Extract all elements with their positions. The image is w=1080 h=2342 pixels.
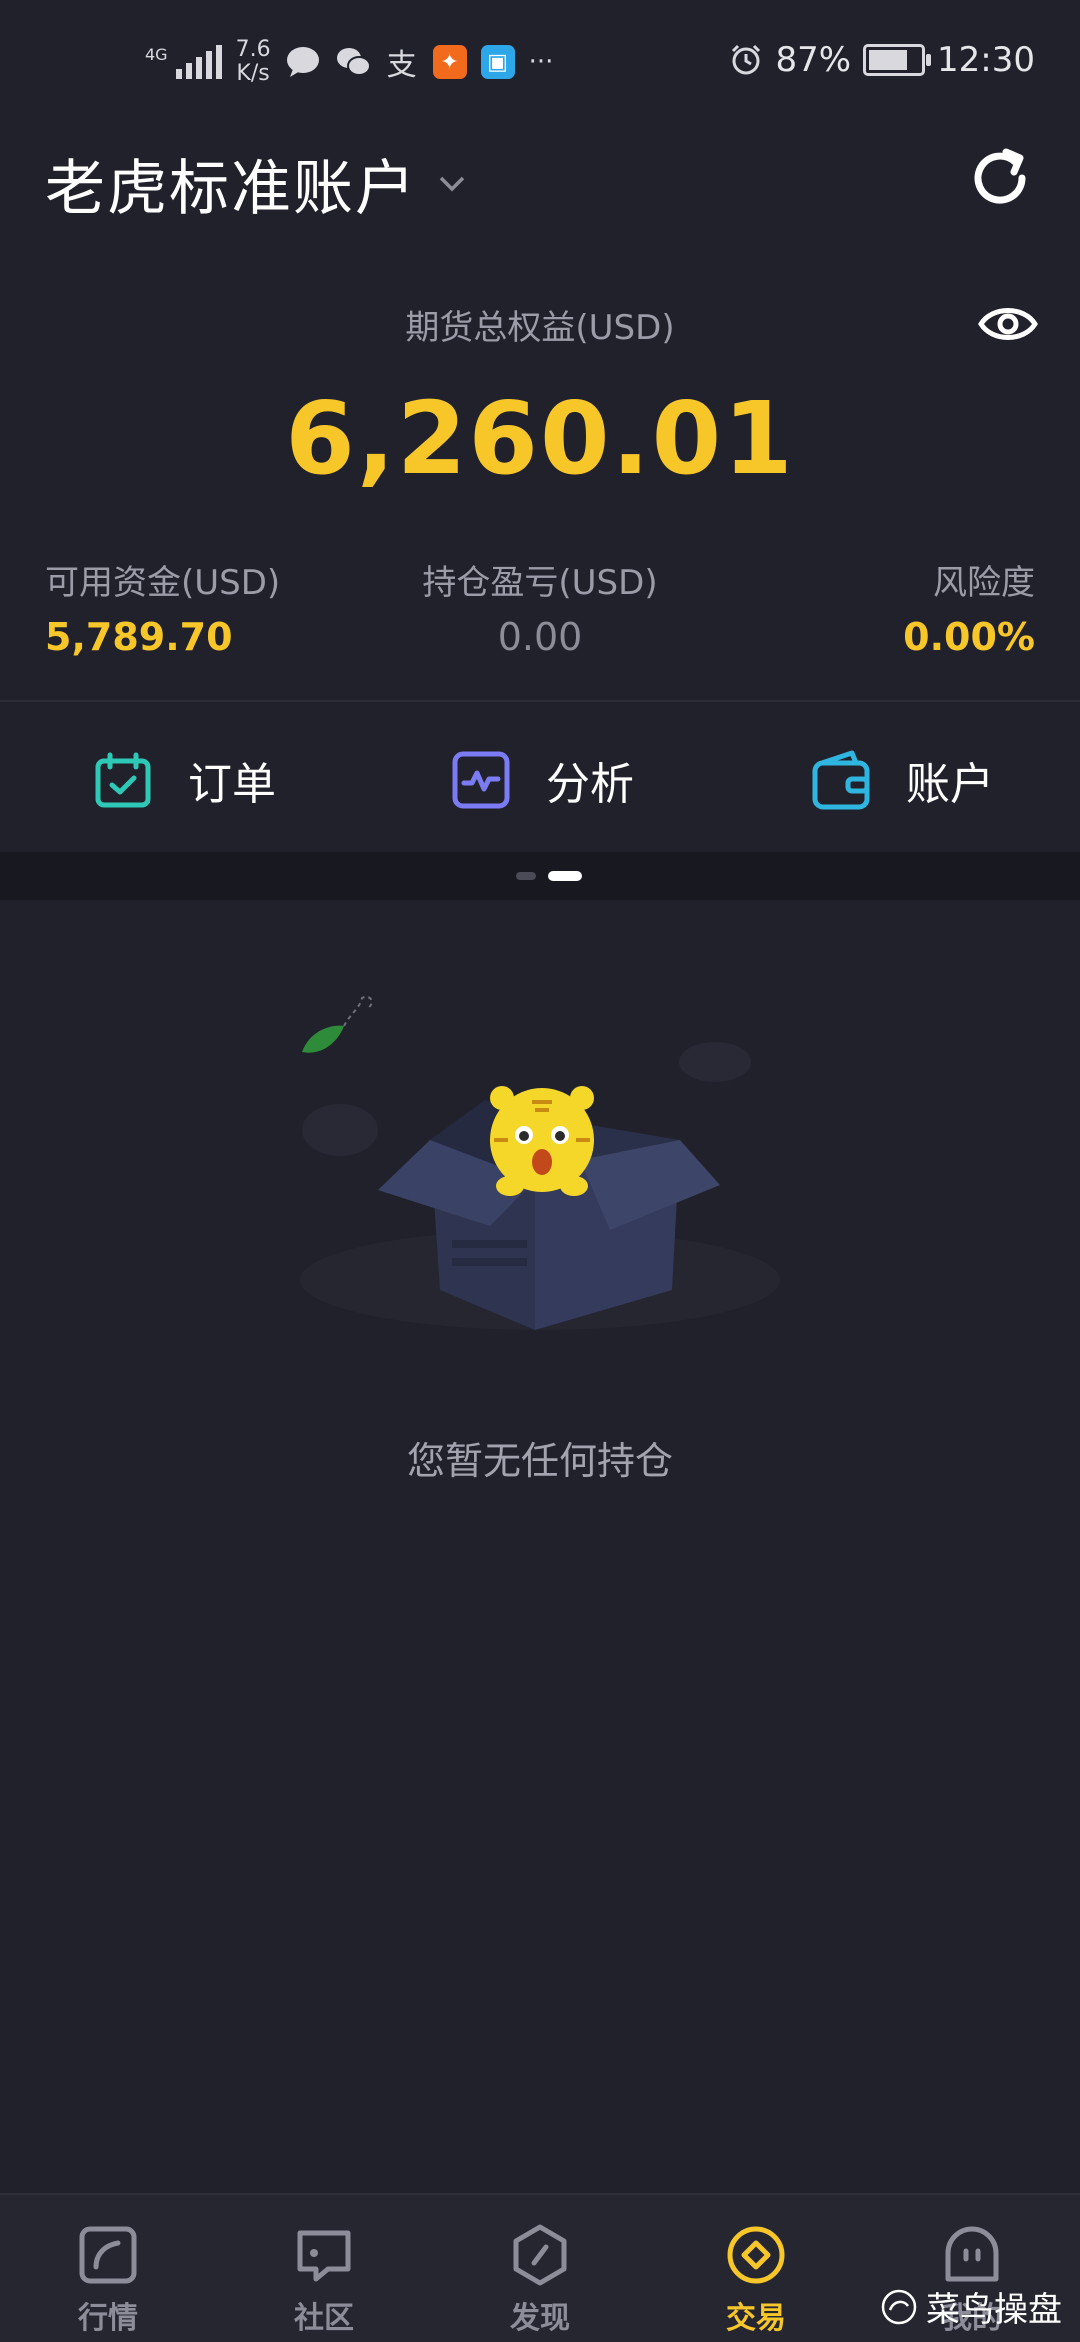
equity-value: 6,260.01 [285,380,795,497]
chat-icon [297,2230,351,2282]
tab-discover[interactable]: 发现 [432,2195,648,2342]
message-icon [286,47,319,77]
chevron-down-icon [439,176,465,191]
tab-market-label: 行情 [78,2301,138,2336]
tab-trade[interactable]: 交易 [648,2195,864,2342]
risk-value: 0.00% [903,615,1035,659]
equity-label: 期货总权益(USD) [405,308,675,348]
pager-band [0,852,1080,900]
refresh-icon[interactable] [960,138,1040,218]
position-pnl-label: 持仓盈亏(USD) [422,563,658,603]
compass-icon [513,2224,567,2286]
analysis-button[interactable]: 分析 [450,740,634,820]
wechat-icon [336,48,371,76]
tab-discover-label: 发现 [510,2301,570,2336]
signal-icon: 4G [145,45,222,79]
analysis-label: 分析 [546,759,634,810]
page-indicator-dot-active[interactable] [548,871,582,881]
tab-community-label: 社区 [294,2301,354,2336]
watermark: 菜鸟操盘 [880,2282,1062,2331]
account-label: 账户 [906,759,994,810]
profile-icon [945,2226,999,2282]
account-button[interactable]: 账户 [810,740,994,820]
empty-state-message: 您暂无任何持仓 [406,1439,673,1483]
alipay-icon: 支 [386,48,417,83]
tab-community[interactable]: 社区 [216,2195,432,2342]
risk-label: 风险度 [933,563,1035,603]
status-right: 87% 12:30 [729,40,1035,80]
wallet-icon [812,750,870,810]
watermark-text: 菜鸟操盘 [926,2290,1062,2330]
battery-percent: 87% [775,40,852,80]
net-speed: 7.6 K/s [235,37,271,86]
pulse-chart-icon [452,751,510,809]
tab-trade-label: 交易 [726,2301,786,2336]
status-bar: 4G 7.6 K/s 支 ✦ ▣ ··· 87% 12:30 [0,0,1080,130]
divider [0,700,1080,702]
status-left: 4G 7.6 K/s 支 ✦ ▣ ··· [145,38,553,86]
network-type: 4G [145,45,168,64]
tab-market[interactable]: 行情 [0,2195,216,2342]
more-notifications-icon: ··· [528,47,554,77]
battery-icon [863,44,932,76]
app-blue-icon: ▣ [480,45,515,79]
empty-box-illustration [300,996,780,1330]
page-indicator-dot[interactable] [516,872,536,880]
alarm-icon [732,44,761,75]
eye-icon[interactable] [978,298,1038,350]
orders-button[interactable]: 订单 [92,740,276,820]
calendar-check-icon [95,752,151,808]
orders-label: 订单 [188,759,276,810]
app-orange-icon: ✦ [432,45,467,79]
watermark-logo-icon [881,2289,917,2324]
account-title: 老虎标准账户 [45,154,417,224]
account-selector[interactable]: 老虎标准账户 [45,140,467,227]
clock: 12:30 [937,40,1035,80]
trade-icon [727,2226,785,2284]
chart-icon [79,2226,137,2284]
